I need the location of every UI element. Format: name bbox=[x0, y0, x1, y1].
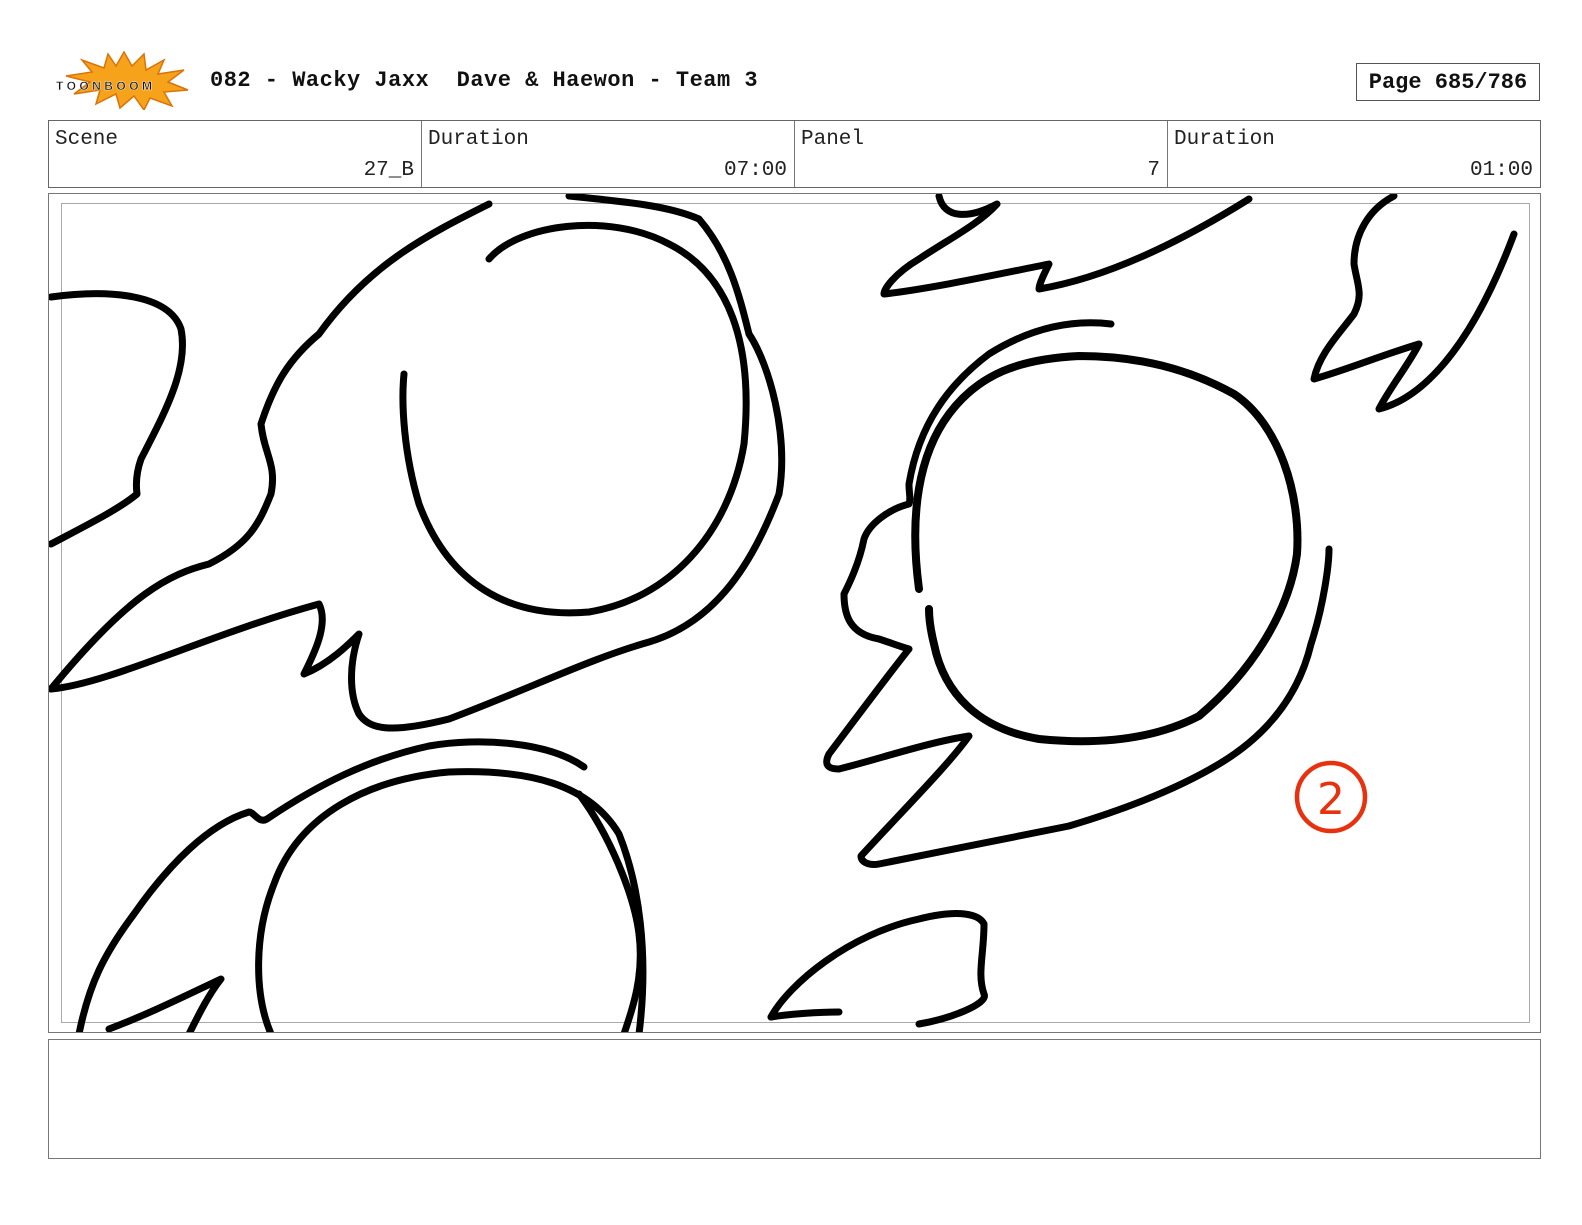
sketch-streak-right bbox=[1310, 194, 1518, 413]
sketch-circle-left bbox=[399, 221, 750, 617]
toonboom-logo: TOONBOOM bbox=[56, 50, 189, 110]
sketch-bottom-center-tail bbox=[767, 1008, 843, 1021]
sketch-bottom-left-tail bbox=[105, 975, 225, 1032]
panel-duration-value: 01:00 bbox=[1469, 159, 1533, 182]
scene-label: Scene bbox=[55, 128, 119, 151]
sketch-comet-left bbox=[49, 290, 186, 548]
sketch-comet-bottom-left bbox=[75, 738, 588, 1032]
storyboard-panel: 2 bbox=[48, 193, 1541, 1033]
scene-value: 27_B bbox=[363, 159, 414, 182]
scene-cell: Scene 27_B bbox=[49, 121, 422, 187]
panel-duration-cell: Duration 01:00 bbox=[1168, 121, 1540, 187]
panel-drawing: 2 bbox=[49, 194, 1518, 1032]
sketch-comet-right bbox=[823, 319, 1333, 868]
scene-duration-cell: Duration 07:00 bbox=[422, 121, 795, 187]
notes-box[interactable] bbox=[48, 1039, 1541, 1159]
info-table: Scene 27_B Duration 07:00 Panel 7 Durati… bbox=[48, 120, 1541, 188]
sketch-bottom-center bbox=[767, 910, 988, 1028]
panel-duration-label: Duration bbox=[1174, 128, 1275, 151]
panel-cell: Panel 7 bbox=[795, 121, 1168, 187]
sketch-circle-bottom-left-inner bbox=[575, 790, 644, 1032]
sketch-comet-left-lower bbox=[49, 194, 786, 732]
panel-label: Panel bbox=[801, 128, 865, 151]
annotation-number: 2 bbox=[1317, 774, 1345, 825]
panel-value: 7 bbox=[1147, 159, 1160, 182]
sketch-circle-bottom-left bbox=[255, 768, 647, 1032]
storyboard-title: 082 - Wacky Jaxx Dave & Haewon - Team 3 bbox=[210, 68, 759, 93]
scene-duration-value: 07:00 bbox=[723, 159, 787, 182]
sketch-circle-right bbox=[911, 352, 1302, 746]
logo-text: TOONBOOM bbox=[56, 79, 152, 93]
sketch-streak-top bbox=[880, 194, 1253, 298]
page-indicator: Page 685/786 bbox=[1356, 63, 1540, 101]
scene-duration-label: Duration bbox=[428, 128, 529, 151]
